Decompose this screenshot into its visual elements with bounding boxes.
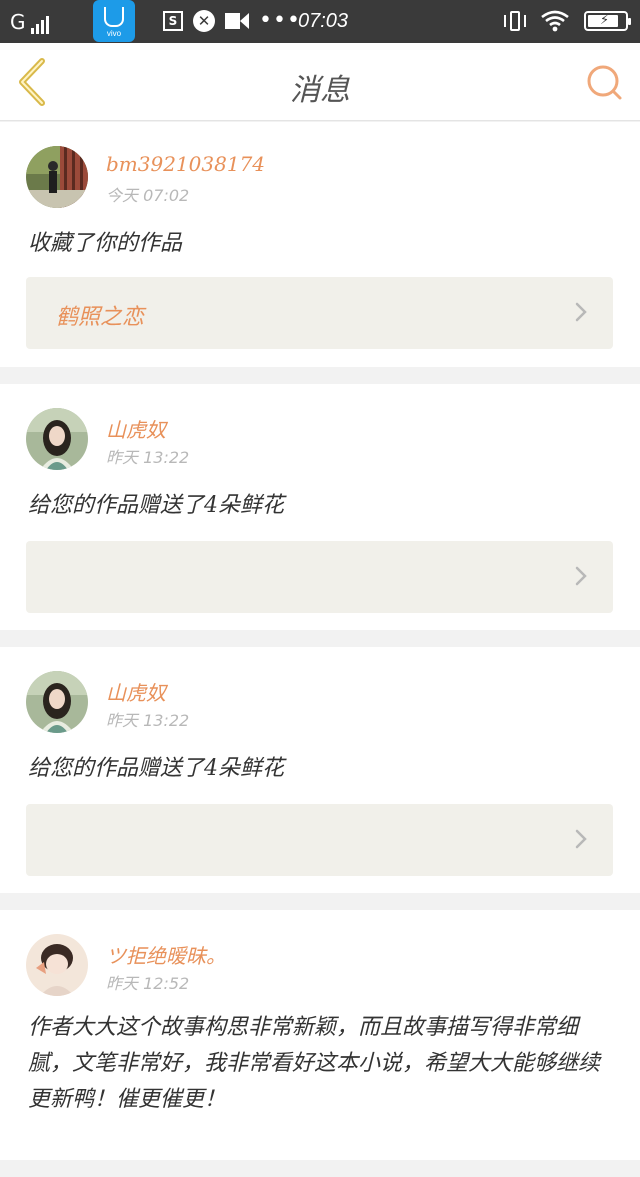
work-link[interactable] — [26, 804, 613, 876]
nav-header: 消息 — [0, 43, 640, 121]
work-link[interactable]: 鹤照之恋 — [26, 277, 613, 349]
work-title: 鹤照之恋 — [56, 305, 145, 330]
username[interactable]: 山虎奴 — [106, 414, 166, 443]
message-text: 给您的作品赠送了4朵鲜花 — [28, 493, 284, 518]
avatar[interactable] — [26, 146, 88, 208]
message-text: 给您的作品赠送了4朵鲜花 — [28, 756, 284, 781]
timestamp: 昨天 12:52 — [106, 974, 190, 993]
message-card: 山虎奴 昨天 13:22 给您的作品赠送了4朵鲜花 — [0, 647, 640, 893]
message-card: bm3921038174 今天 07:02 收藏了你的作品 鹤照之恋 — [0, 122, 640, 367]
chevron-right-icon — [575, 302, 587, 322]
vivo-app-label: vivo — [106, 28, 122, 38]
avatar[interactable] — [26, 408, 88, 470]
s-notification-icon: S — [163, 11, 183, 31]
message-list: bm3921038174 今天 07:02 收藏了你的作品 鹤照之恋 山虎奴 昨… — [0, 122, 640, 1177]
more-dots-icon: ••• — [259, 8, 301, 33]
chevron-right-icon — [575, 829, 587, 849]
vivo-app-icon[interactable]: vivo — [93, 0, 135, 42]
message-text: 作者大大这个故事构思非常新颖，而且故事描写得非常细腻，文笔非常好，我非常看好这本… — [28, 1015, 601, 1112]
message-card: ツ拒绝暧昧。 昨天 12:52 作者大大这个故事构思非常新颖，而且故事描写得非常… — [0, 910, 640, 1160]
username[interactable]: 山虎奴 — [106, 677, 166, 706]
username[interactable]: ツ拒绝暧昧。 — [106, 940, 226, 969]
avatar[interactable] — [26, 671, 88, 733]
timestamp: 昨天 13:22 — [106, 711, 190, 730]
status-time: 07:03 — [298, 10, 349, 32]
avatar[interactable] — [26, 934, 88, 996]
signal-indicator: G — [10, 10, 49, 34]
video-icon — [225, 12, 249, 30]
close-circle-icon: ✕ — [193, 10, 215, 32]
chevron-right-icon — [575, 566, 587, 586]
timestamp: 昨天 13:22 — [106, 448, 190, 467]
signal-icon — [30, 16, 49, 34]
carrier-label: G — [10, 10, 26, 34]
wifi-icon — [540, 10, 570, 32]
timestamp: 今天 07:02 — [106, 186, 190, 205]
message-text: 收藏了你的作品 — [28, 231, 183, 256]
search-button[interactable] — [584, 63, 624, 103]
search-icon — [587, 65, 622, 100]
message-card: 山虎奴 昨天 13:22 给您的作品赠送了4朵鲜花 — [0, 384, 640, 630]
work-link[interactable] — [26, 541, 613, 613]
battery-icon: ⚡ — [584, 11, 631, 31]
status-bar: G vivo S ✕ ••• 07:03 ⚡ — [0, 0, 640, 43]
username[interactable]: bm3921038174 — [106, 152, 265, 176]
vibrate-icon — [504, 10, 526, 32]
charging-icon: ⚡ — [600, 13, 610, 28]
page-title: 消息 — [290, 73, 350, 108]
